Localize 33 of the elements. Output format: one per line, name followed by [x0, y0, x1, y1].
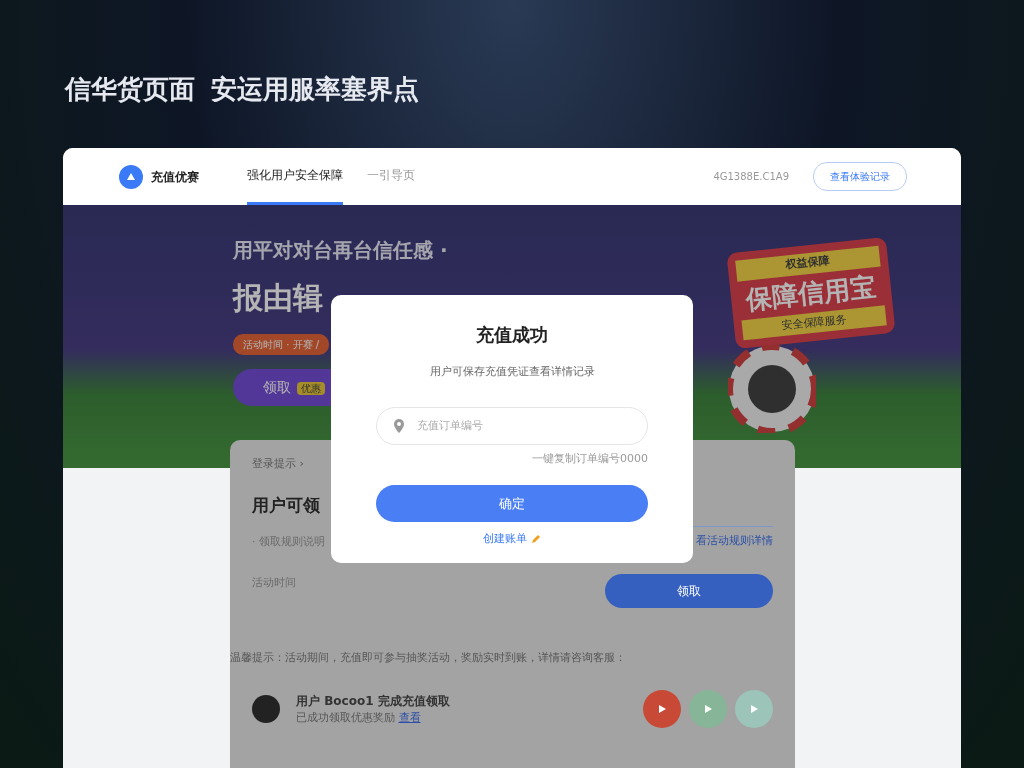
event-tag: 活动时间 · 开赛 /	[233, 334, 330, 355]
nav-tab[interactable]: 一引导页	[367, 148, 415, 205]
action-button[interactable]	[643, 690, 681, 728]
pencil-icon	[531, 534, 541, 545]
play-icon	[656, 703, 668, 715]
account-id: 4G1388E.C1A9	[713, 170, 789, 184]
card-title: 用户可领	[252, 493, 320, 517]
logo-text: 充值优赛	[151, 168, 199, 186]
order-input-field[interactable]: 充值订单编号	[376, 406, 648, 445]
ball-icon	[728, 345, 816, 433]
page-heading: 信华货页面	[65, 73, 195, 106]
dialog-title: 充值成功	[475, 323, 549, 347]
hint-text: 一键复制订单编号0000	[531, 450, 648, 467]
avatar	[252, 695, 280, 723]
discount-badge: 优惠	[297, 382, 325, 395]
dialog-subtitle: 用户可保存充值凭证查看详情记录	[428, 364, 596, 380]
records-button[interactable]: 查看体验记录	[813, 162, 907, 191]
user-title: 用户 Bocoo1 完成充值领取	[296, 692, 450, 710]
breadcrumb: 登录提示 ›	[252, 456, 304, 472]
user-text: 已成功领取优惠奖励 查看	[296, 709, 421, 726]
banner-subtitle: 用平对对台再台信任感 ·	[233, 237, 448, 264]
notice-text: 温馨提示：活动期间，充值即可参与抽奖活动，奖励实时到账，详情请咨询客服：	[230, 649, 626, 666]
page-heading: 安运用服率塞界点	[211, 73, 419, 106]
action-button[interactable]	[689, 690, 727, 728]
view-link[interactable]: 查看	[398, 710, 421, 724]
logo-icon	[119, 164, 143, 189]
banner-title: 报由辑	[233, 279, 323, 317]
claim-button[interactable]: 领取	[605, 573, 773, 608]
play-icon	[748, 703, 760, 715]
create-bill-link[interactable]: 创建账单	[477, 530, 547, 549]
action-button[interactable]	[735, 690, 773, 728]
play-icon	[702, 703, 714, 715]
confirm-button[interactable]: 确定	[376, 485, 648, 522]
